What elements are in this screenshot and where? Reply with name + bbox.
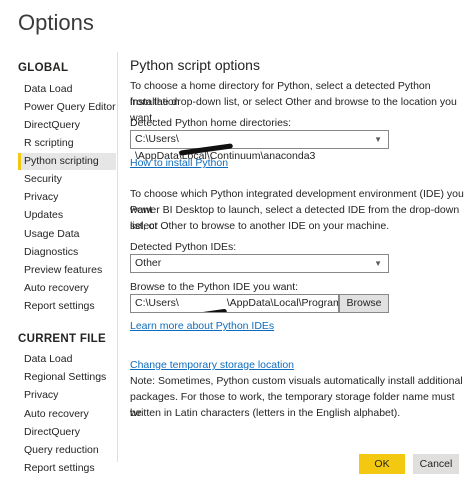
- browse-label: Browse to the Python IDE you want:: [130, 281, 299, 293]
- learn-more-ide-link[interactable]: Learn more about Python IDEs: [130, 320, 274, 332]
- ok-button[interactable]: OK: [359, 454, 405, 474]
- ide-path-value-end: \AppData\Local\Programs\Micros: [226, 297, 339, 309]
- sidebar-item-file-directquery[interactable]: DirectQuery: [18, 424, 116, 441]
- sidebar-item-directquery[interactable]: DirectQuery: [18, 117, 116, 134]
- note-line-3: written in Latin characters (letters in …: [130, 407, 401, 419]
- sidebar-item-report-settings[interactable]: Report settings: [18, 298, 116, 315]
- change-storage-link[interactable]: Change temporary storage location: [130, 359, 294, 371]
- cancel-button[interactable]: Cancel: [413, 454, 459, 474]
- sidebar-section-current-file: CURRENT FILE: [18, 333, 106, 345]
- ide-intro-line-3: select Other to browse to another IDE on…: [130, 220, 390, 232]
- sidebar-item-security[interactable]: Security: [18, 171, 116, 188]
- sidebar-item-python-scripting[interactable]: Python scripting: [18, 153, 116, 170]
- ide-dropdown[interactable]: Other ▼: [130, 254, 389, 273]
- sidebar-item-diagnostics[interactable]: Diagnostics: [18, 244, 116, 261]
- sidebar-item-file-data-load[interactable]: Data Load: [18, 351, 116, 368]
- chevron-down-icon: ▼: [374, 135, 382, 144]
- sidebar-item-auto-recovery[interactable]: Auto recovery: [18, 280, 116, 297]
- sidebar-item-file-report-settings[interactable]: Report settings: [18, 460, 116, 477]
- sidebar-item-file-privacy[interactable]: Privacy: [18, 387, 116, 404]
- home-dir-label: Detected Python home directories:: [130, 117, 292, 129]
- ide-label: Detected Python IDEs:: [130, 241, 237, 253]
- options-sidebar: GLOBAL Data Load Power Query Editor Dire…: [0, 54, 116, 499]
- sidebar-item-data-load[interactable]: Data Load: [18, 81, 116, 98]
- sidebar-divider: [117, 52, 118, 462]
- sidebar-section-global: GLOBAL: [18, 62, 69, 74]
- note-line-1: Note: Sometimes, Python custom visuals a…: [130, 375, 463, 387]
- ide-path-input[interactable]: C:\Users\ \AppData\Local\Programs\Micros: [130, 294, 339, 313]
- browse-button[interactable]: Browse: [339, 294, 389, 313]
- sidebar-item-query-reduction[interactable]: Query reduction: [18, 442, 116, 459]
- home-dir-dropdown[interactable]: C:\Users\ \AppData\Local\Continuum\anacon…: [130, 130, 389, 162]
- sidebar-item-preview-features[interactable]: Preview features: [18, 262, 116, 279]
- sidebar-item-file-auto-recovery[interactable]: Auto recovery: [18, 406, 116, 423]
- window-title: Options: [18, 10, 94, 35]
- sidebar-item-r-scripting[interactable]: R scripting: [18, 135, 116, 152]
- home-dir-value-start: C:\Users\: [135, 133, 179, 145]
- sidebar-item-power-query-editor[interactable]: Power Query Editor: [18, 99, 116, 116]
- ide-value: Other: [135, 257, 162, 269]
- page-title: Python script options: [130, 57, 260, 73]
- sidebar-item-regional-settings[interactable]: Regional Settings: [18, 369, 116, 386]
- sidebar-item-usage-data[interactable]: Usage Data: [18, 226, 116, 243]
- sidebar-item-updates[interactable]: Updates: [18, 207, 116, 224]
- ide-path-value-start: C:\Users\: [135, 297, 179, 309]
- chevron-down-icon: ▼: [374, 259, 382, 268]
- install-python-link[interactable]: How to install Python: [130, 157, 228, 169]
- sidebar-item-privacy[interactable]: Privacy: [18, 189, 116, 206]
